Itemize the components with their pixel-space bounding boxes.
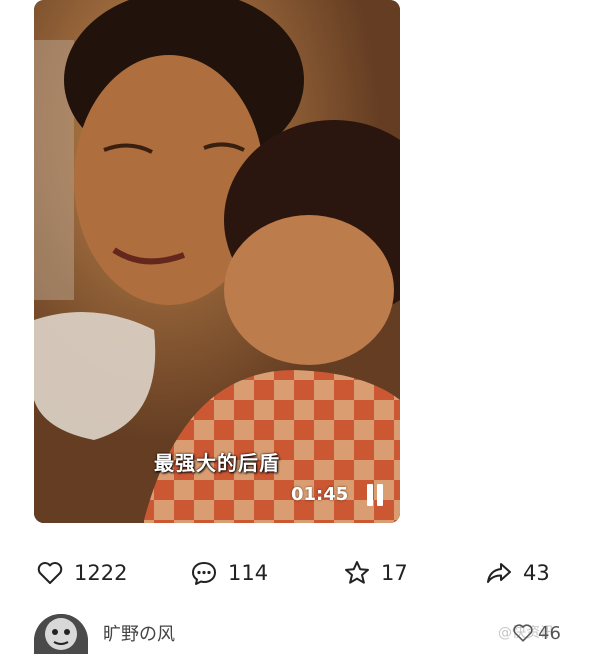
share-button[interactable]: 43 bbox=[485, 555, 550, 591]
like-button[interactable]: 1222 bbox=[36, 555, 127, 591]
like-count: 1222 bbox=[74, 561, 128, 585]
pause-button[interactable] bbox=[364, 484, 386, 506]
video-subtitle: 最强大的后盾 bbox=[154, 451, 280, 475]
video-frame-image bbox=[34, 0, 400, 523]
share-arrow-icon bbox=[487, 563, 511, 583]
favorite-button[interactable]: 17 bbox=[343, 555, 408, 591]
avatar[interactable] bbox=[34, 614, 88, 654]
share-count: 43 bbox=[523, 561, 550, 585]
pause-icon-bar bbox=[377, 484, 383, 506]
star-icon bbox=[345, 561, 369, 584]
favorite-count: 17 bbox=[381, 561, 408, 585]
pause-icon bbox=[367, 484, 373, 506]
comment-button[interactable]: 114 bbox=[190, 555, 268, 591]
comment-like-button[interactable]: 46 bbox=[512, 622, 561, 644]
heart-icon bbox=[513, 624, 533, 642]
comment-bubble-icon bbox=[192, 562, 216, 585]
comment-username[interactable]: 旷野の风 bbox=[103, 620, 175, 646]
video-duration: 01:45 bbox=[291, 484, 349, 505]
comment-count: 114 bbox=[228, 561, 269, 585]
comment-item: 旷野の风 @快资讯 46 bbox=[0, 612, 600, 654]
heart-icon bbox=[37, 562, 63, 584]
avatar-image bbox=[34, 614, 88, 654]
comment-like-count: 46 bbox=[538, 622, 561, 644]
action-bar: 1222 114 17 43 bbox=[0, 555, 600, 591]
video-player[interactable]: 最强大的后盾 01:45 bbox=[34, 0, 400, 523]
